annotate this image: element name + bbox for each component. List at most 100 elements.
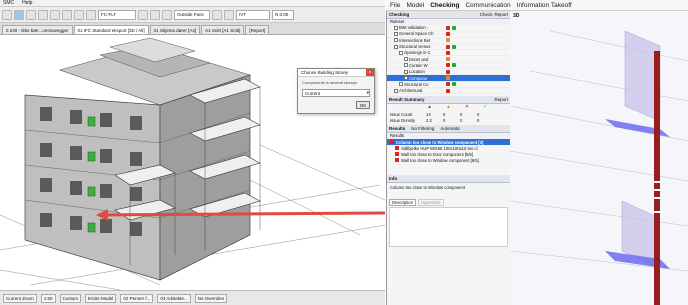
summary-cell: 0 [477,111,480,117]
summary-cell: 0 [477,117,480,123]
magic-wand-icon[interactable] [50,9,60,20]
custom-field[interactable]: Custom [59,293,82,303]
menu-information-takeoff[interactable]: Information Takeoff [517,2,572,9]
dialog-hint: Components in several storeys [302,80,357,85]
checkbox-icon[interactable] [394,25,398,30]
reference-line-icon[interactable] [162,9,172,20]
tab-description[interactable]: Description [389,199,416,207]
tab-report[interactable]: [Report] [245,25,270,34]
status-bar: Current Zoom 1:50 Custom Entire Model 02… [0,290,385,305]
overrides-field[interactable]: No Overrides [194,293,228,303]
zoom-field[interactable]: Current Zoom [3,293,37,303]
tab-prefix[interactable]: 0 240 - Ikke bær...ommavegger [2,25,73,34]
scale-field[interactable]: 1:50 [40,293,56,303]
arrow-tool-icon[interactable] [14,9,24,20]
status-icon [446,44,450,49]
checkbox-icon[interactable] [404,76,408,81]
solibri-3d-scene [510,30,688,305]
solibri-menubar: File Model Checking Communication Inform… [386,0,688,11]
issue-icon [395,158,399,163]
summary-cell: 0 [460,111,463,117]
checkbox-icon[interactable] [394,44,398,49]
auto-dropdown[interactable]: Automatic [440,126,460,131]
summary-report-button[interactable]: Report [494,97,510,102]
view-tab-bar: 0 240 - Ikke bær...ommavegger 01 IFC Sta… [0,23,385,35]
menu-checking[interactable]: Checking [430,2,459,9]
hatch-icon[interactable] [150,9,160,20]
checking-title: Checking [389,12,410,17]
check-button[interactable]: Check [480,12,493,17]
checkbox-icon[interactable] [399,82,403,87]
rejected-icon: ✕ [464,104,470,111]
menu-item-smc[interactable]: SMC [3,0,14,6]
select-tool-icon[interactable] [2,9,12,20]
grid-icon[interactable] [74,9,84,20]
solibri-3d-view[interactable]: 3D [510,11,688,305]
choose-storey-dialog: Choose Building Storey × Components in s… [297,68,375,114]
critical-icon: ▲ [427,104,432,111]
result-summary-header: Result Summary Report [387,96,510,105]
wall-tool-icon[interactable] [138,9,148,20]
ruleset-row-label: General Space Ch [399,31,434,37]
tab-hyperlinks[interactable]: Hyperlinks [417,199,444,207]
ruleset-row-label: Intersections Bet [399,37,431,43]
tab-ifc-3d[interactable]: 01 IFC Standard eksport [3D / All] [73,25,149,34]
result-item-label: Column too close to Window component [3] [396,139,484,145]
filter-dropdown[interactable]: No Filtering [411,126,434,131]
checking-report-button[interactable]: Report [494,12,510,17]
marquee-tool-icon[interactable] [26,9,36,20]
status-icon [452,44,456,49]
summary-cell: 0 [460,117,463,123]
chevron-down-icon: ▾ [366,90,369,95]
ok-button[interactable]: OK [356,101,370,109]
checkbox-icon[interactable] [394,38,398,43]
info-text: Column too close to Window component [390,185,465,191]
summary-table: Issue Count 14 0 0 0 Issue Density 2.2 0 0 0 [387,111,510,123]
checking-header: Checking Check Report [387,11,510,19]
summary-row: Issue Count 14 0 0 0 [387,111,510,117]
summary-row: Issue Density 2.2 0 0 0 [387,117,510,123]
checkbox-icon[interactable] [394,88,398,93]
status-icon [446,63,450,68]
summary-row-label: Issue Density [390,117,416,123]
tab-section[interactable]: A1 Snitt [A1 Snitt] [201,25,245,34]
checkbox-icon[interactable] [404,63,408,68]
settings-icon[interactable] [224,9,234,20]
ruleset-row[interactable]: Architectural [387,88,510,95]
model-field[interactable]: Entire Model [85,293,117,303]
checkbox-icon[interactable] [404,57,408,62]
storey-select[interactable]: Current ▾ [302,89,370,97]
issue-icon [395,146,399,151]
pen-tool-icon[interactable] [38,9,48,20]
checkbox-icon[interactable] [404,69,408,74]
checkbox-icon[interactable] [399,50,403,55]
layer-icon[interactable] [62,9,72,20]
summary-cell: 2.2 [426,117,432,123]
menu-model[interactable]: Model [406,2,424,9]
arch-field[interactable]: 03 Arkitekte... [157,293,191,303]
outside-face-dropdown[interactable]: Outside Face [174,9,210,20]
dimension-field[interactable]: N 0.00 [272,9,294,20]
close-icon[interactable]: × [366,69,374,76]
result-item-label: Wall too close to Door component [6/5] [401,151,473,157]
app-menubar: SMC Help [0,0,385,7]
menu-item-help[interactable]: Help [22,0,32,6]
description-area [389,207,508,248]
approved-icon: ✓ [483,104,488,111]
value-field[interactable]: IVT [236,9,270,20]
pen-set-field[interactable]: 02 Penner f... [120,293,154,303]
result-summary-title: Result Summary [389,97,425,103]
summary-cell: 14 [426,111,431,117]
snap-icon[interactable] [86,9,96,20]
name-field[interactable]: FC-FLT [98,9,136,20]
menu-file[interactable]: File [390,2,400,9]
ruleset-row-label: Structural Co [404,81,429,87]
menu-communication[interactable]: Communication [465,2,510,9]
status-icon [446,57,450,62]
info-header: Info [387,175,510,184]
storey-select-value: Current [305,90,321,96]
chain-icon[interactable] [212,9,222,20]
tab-door-schedule[interactable]: 01 Skjema dører [A4] [149,25,201,34]
checkbox-icon[interactable] [394,31,398,36]
result-item[interactable]: Wall too close to Window component [6/5] [387,157,510,163]
